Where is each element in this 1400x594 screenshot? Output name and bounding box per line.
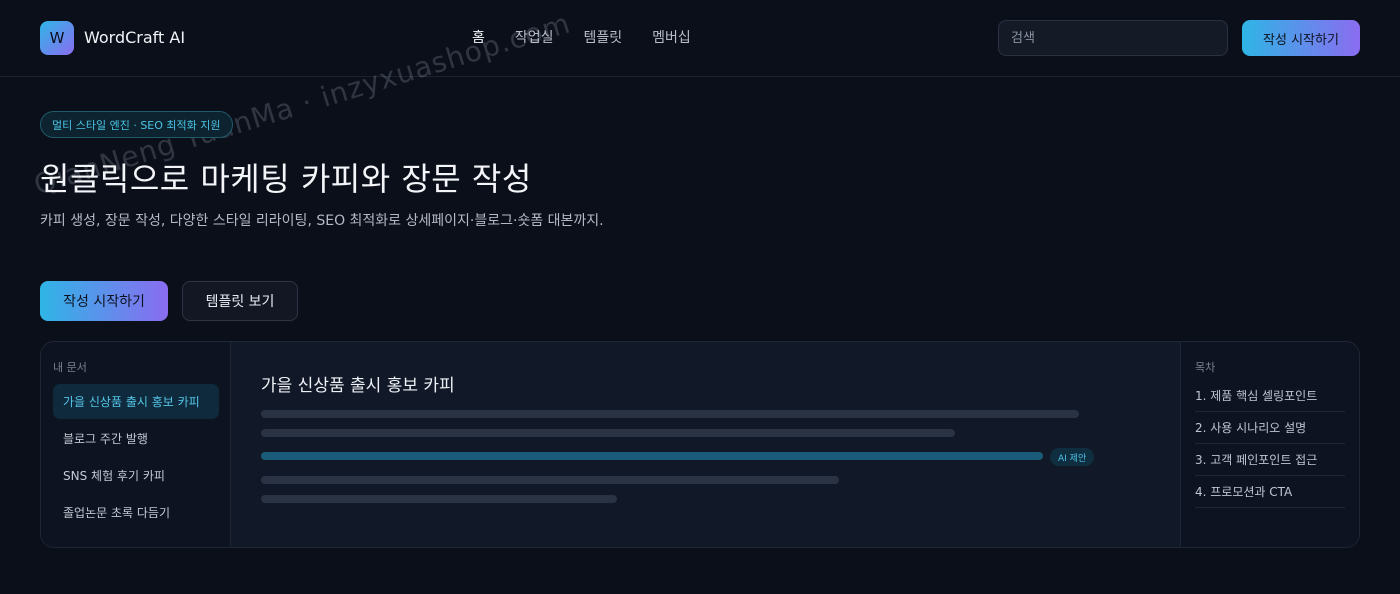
nav-workspace[interactable]: 작업실 [515, 27, 554, 47]
nav-home[interactable]: 홈 [472, 27, 485, 47]
toc-item[interactable]: 3. 고객 페인포인트 접근 [1195, 444, 1345, 476]
ai-suggestion-chip[interactable]: AI 제안 [1050, 448, 1095, 466]
feature-badge: 멀티 스타일 엔진 · SEO 최적화 지원 [40, 111, 233, 138]
app-name[interactable]: WordCraft AI [84, 28, 185, 47]
toc-item[interactable]: 1. 제품 핵심 셀링포인트 [1195, 380, 1345, 412]
text-placeholder-line [261, 410, 1079, 418]
search-input[interactable] [998, 20, 1228, 56]
document-content: 가을 신상품 출시 홍보 카피 AI 제안 [231, 342, 1180, 547]
documents-sidebar: 내 문서 가을 신상품 출시 홍보 카피 블로그 주간 발행 SNS 체험 후기… [41, 342, 231, 547]
toc-list: 1. 제품 핵심 셀링포인트 2. 사용 시나리오 설명 3. 고객 페인포인트… [1195, 380, 1345, 508]
hero-title: 원클릭으로 마케팅 카피와 장문 작성 [40, 160, 532, 198]
document-item[interactable]: 졸업논문 초록 다듬기 [53, 495, 219, 530]
document-list: 가을 신상품 출시 홍보 카피 블로그 주간 발행 SNS 체험 후기 카피 졸… [53, 384, 219, 532]
view-templates-button[interactable]: 템플릿 보기 [182, 281, 298, 321]
toc-heading: 목차 [1195, 361, 1216, 374]
text-placeholder-line [261, 495, 617, 503]
start-writing-button[interactable]: 작성 시작하기 [40, 281, 168, 321]
toc-item[interactable]: 2. 사용 시나리오 설명 [1195, 412, 1345, 444]
table-of-contents: 목차 1. 제품 핵심 셀링포인트 2. 사용 시나리오 설명 3. 고객 페인… [1180, 342, 1359, 547]
ai-suggested-line[interactable] [261, 452, 1043, 460]
document-item[interactable]: 가을 신상품 출시 홍보 카피 [53, 384, 219, 419]
text-placeholder-line [261, 476, 839, 484]
top-header: W WordCraft AI 홈 작업실 템플릿 멤버십 작성 시작하기 [0, 0, 1400, 77]
text-placeholder-line [261, 429, 955, 437]
editor-preview-panel: 내 문서 가을 신상품 출시 홍보 카피 블로그 주간 발행 SNS 체험 후기… [40, 341, 1360, 548]
sidebar-heading: 내 문서 [53, 361, 87, 374]
logo-icon[interactable]: W [40, 21, 74, 55]
document-item[interactable]: 블로그 주간 발행 [53, 421, 219, 456]
nav-membership[interactable]: 멤버십 [652, 27, 691, 47]
hero-description: 카피 생성, 장문 작성, 다양한 스타일 리라이팅, SEO 최적화로 상세페… [40, 213, 604, 229]
nav-templates[interactable]: 템플릿 [584, 27, 623, 47]
toc-item[interactable]: 4. 프로모션과 CTA [1195, 476, 1345, 508]
document-item[interactable]: SNS 체험 후기 카피 [53, 458, 219, 493]
document-title: 가을 신상품 출시 홍보 카피 [261, 376, 455, 396]
main-nav: 홈 작업실 템플릿 멤버십 [472, 27, 691, 47]
start-writing-header-button[interactable]: 작성 시작하기 [1242, 20, 1360, 56]
